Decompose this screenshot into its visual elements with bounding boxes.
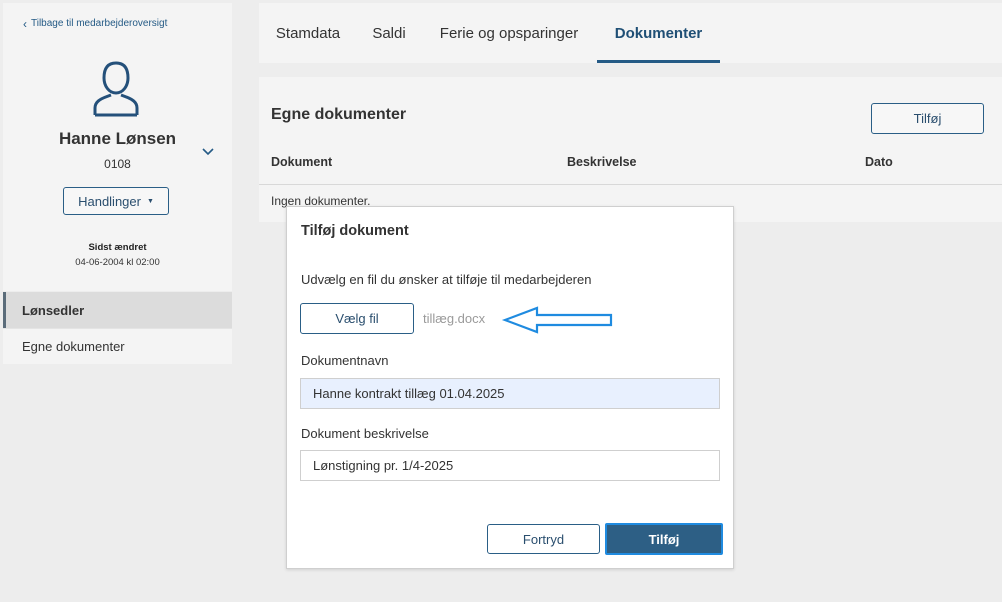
- column-header-document[interactable]: Dokument: [271, 155, 332, 169]
- employee-profile-panel: ‹ Tilbage til medarbejderoversigt Hanne …: [3, 3, 232, 291]
- actions-dropdown-button[interactable]: Handlinger ▼: [63, 187, 169, 215]
- document-name-input[interactable]: [300, 378, 720, 409]
- arrow-left-icon: [501, 306, 613, 334]
- column-header-description[interactable]: Beskrivelse: [567, 155, 637, 169]
- tab-label: Saldi: [372, 24, 406, 42]
- caret-down-icon: ▼: [146, 197, 154, 205]
- tab-bar: Stamdata Saldi Ferie og opsparinger Doku…: [259, 3, 1002, 63]
- tab-dokumenter[interactable]: Dokumenter: [597, 3, 720, 63]
- submit-add-button[interactable]: Tilføj: [605, 523, 723, 555]
- last-changed-value: 04-06-2004 kl 02:00: [75, 257, 160, 268]
- chevron-left-icon: ‹: [23, 16, 27, 31]
- actions-button-label: Handlinger: [78, 193, 141, 209]
- tab-label: Stamdata: [275, 24, 341, 42]
- tab-ferie-og-opsparinger[interactable]: Ferie og opsparinger: [421, 3, 597, 63]
- sidebar-item-label: Egne dokumenter: [22, 339, 125, 354]
- employee-id: 0108: [104, 157, 131, 171]
- tab-label: Dokumenter: [614, 24, 703, 42]
- add-document-button[interactable]: Tilføj: [871, 103, 984, 134]
- own-documents-section: Egne dokumenter Tilføj Dokument Beskrive…: [259, 77, 1002, 222]
- last-changed-label: Sidst ændret: [88, 242, 147, 253]
- tab-stamdata[interactable]: Stamdata: [259, 3, 357, 63]
- dialog-title: Tilføj dokument: [301, 223, 409, 239]
- sidebar-item-egne-dokumenter[interactable]: Egne dokumenter: [3, 328, 232, 364]
- sidebar-item-lonsedler[interactable]: Lønsedler: [3, 292, 232, 328]
- document-name-label: Dokumentnavn: [301, 353, 389, 368]
- choose-file-button[interactable]: Vælg fil: [300, 303, 414, 334]
- cancel-button[interactable]: Fortryd: [487, 524, 600, 554]
- dialog-instruction: Udvælg en fil du ønsker at tilføje til m…: [301, 272, 592, 287]
- user-icon: [93, 61, 139, 117]
- section-title: Egne dokumenter: [271, 106, 407, 123]
- column-header-date[interactable]: Dato: [865, 155, 893, 169]
- back-link-label: Tilbage til medarbejderoversigt: [31, 18, 168, 29]
- table-divider: [259, 184, 1002, 185]
- selected-file-name: tillæg.docx: [423, 311, 486, 326]
- document-description-input[interactable]: [300, 450, 720, 481]
- tab-saldi[interactable]: Saldi: [357, 3, 421, 63]
- sidebar-nav: Lønsedler Egne dokumenter: [3, 292, 232, 364]
- document-description-label: Dokument beskrivelse: [301, 426, 429, 441]
- employee-name: Hanne Lønsen: [58, 129, 177, 148]
- sidebar-item-label: Lønsedler: [22, 302, 85, 318]
- back-to-employee-overview-link[interactable]: ‹ Tilbage til medarbejderoversigt: [23, 16, 168, 31]
- tab-label: Ferie og opsparinger: [439, 24, 579, 42]
- add-document-dialog: Tilføj dokument Udvælg en fil du ønsker …: [286, 206, 734, 569]
- chevron-down-icon[interactable]: [201, 146, 215, 158]
